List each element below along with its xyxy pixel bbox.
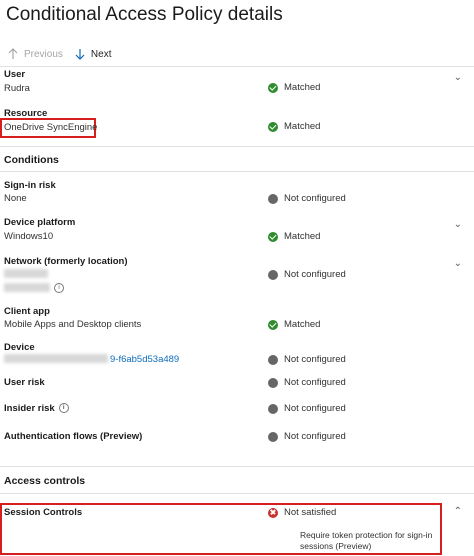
navigation-toolbar: Previous Next: [8, 45, 123, 63]
insider-risk-label: Insider risk i: [4, 403, 69, 414]
divider: [0, 493, 474, 494]
session-controls-note: Require token protection for sign-in ses…: [300, 530, 433, 551]
check-circle-icon: [268, 121, 278, 132]
user-risk-label: User risk: [4, 377, 45, 388]
client-app-status: Matched: [268, 319, 320, 330]
client-app-value: Mobile Apps and Desktop clients: [4, 319, 142, 330]
divider: [0, 466, 474, 467]
device-platform-status-text: Matched: [284, 231, 321, 242]
redacted-value: [4, 354, 108, 363]
chevron-down-icon[interactable]: ⌄: [454, 219, 462, 230]
access-controls-header: Access controls: [4, 475, 86, 487]
divider: [0, 146, 474, 147]
chevron-down-icon[interactable]: ⌄: [454, 258, 462, 269]
device-id-link[interactable]: 9-f6ab5d53a489: [110, 354, 179, 365]
check-circle-icon: [268, 82, 278, 93]
page-title: Conditional Access Policy details: [6, 4, 283, 25]
signin-risk-label: Sign-in risk: [4, 180, 56, 191]
device-status-text: Not configured: [284, 354, 346, 365]
signin-risk-status-text: Not configured: [284, 193, 346, 204]
divider: [0, 171, 474, 172]
network-label: Network (formerly location): [4, 256, 128, 267]
chevron-up-icon[interactable]: ⌃: [454, 506, 462, 517]
chevron-down-icon[interactable]: ⌄: [454, 72, 462, 83]
session-controls-status: Not satisfied: [268, 507, 336, 518]
device-platform-value: Windows10: [4, 231, 54, 242]
insider-risk-status-text: Not configured: [284, 403, 346, 414]
status-circle-icon: [268, 377, 278, 388]
session-controls-label: Session Controls: [4, 507, 83, 518]
arrow-down-icon: [75, 49, 85, 60]
insider-risk-status: Not configured: [268, 403, 346, 414]
arrow-up-icon: [8, 48, 18, 59]
resource-value: OneDrive SyncEngine: [4, 122, 98, 133]
status-circle-icon: [268, 269, 278, 280]
previous-label: Previous: [24, 48, 63, 60]
status-circle-icon: [268, 193, 278, 204]
device-platform-label: Device platform: [4, 217, 76, 228]
signin-risk-status: Not configured: [268, 193, 346, 204]
conditions-header: Conditions: [4, 154, 59, 166]
redacted-value: [4, 269, 48, 278]
auth-flows-status: Not configured: [268, 431, 346, 442]
resource-status: Matched: [268, 121, 320, 132]
user-status: Matched: [268, 82, 320, 93]
status-circle-icon: [268, 403, 278, 414]
user-risk-status-text: Not configured: [284, 377, 346, 388]
info-icon[interactable]: i: [58, 403, 69, 414]
previous-button[interactable]: Previous: [8, 48, 63, 60]
user-status-text: Matched: [284, 82, 321, 93]
resource-status-text: Matched: [284, 121, 321, 132]
signin-risk-value: None: [4, 193, 27, 204]
device-platform-status: Matched: [268, 231, 320, 242]
session-controls-status-text: Not satisfied: [284, 507, 337, 518]
check-circle-icon: [268, 231, 278, 242]
divider: [0, 66, 474, 67]
error-circle-icon: [268, 507, 278, 518]
client-app-status-text: Matched: [284, 319, 321, 330]
next-label: Next: [90, 48, 112, 60]
device-status: Not configured: [268, 354, 346, 365]
auth-flows-label: Authentication flows (Preview): [4, 431, 143, 442]
redacted-value: [4, 283, 50, 292]
network-status: Not configured: [268, 269, 346, 280]
auth-flows-status-text: Not configured: [284, 431, 346, 442]
check-circle-icon: [268, 319, 278, 330]
status-circle-icon: [268, 354, 278, 365]
user-value: Rudra: [4, 83, 30, 94]
next-button[interactable]: Next: [75, 48, 112, 60]
device-label: Device: [4, 342, 35, 353]
client-app-label: Client app: [4, 306, 50, 317]
user-risk-status: Not configured: [268, 377, 346, 388]
status-circle-icon: [268, 431, 278, 442]
insider-risk-label-text: Insider risk: [4, 403, 55, 414]
user-label: User: [4, 69, 26, 80]
info-icon[interactable]: i: [54, 283, 64, 293]
network-status-text: Not configured: [284, 269, 346, 280]
